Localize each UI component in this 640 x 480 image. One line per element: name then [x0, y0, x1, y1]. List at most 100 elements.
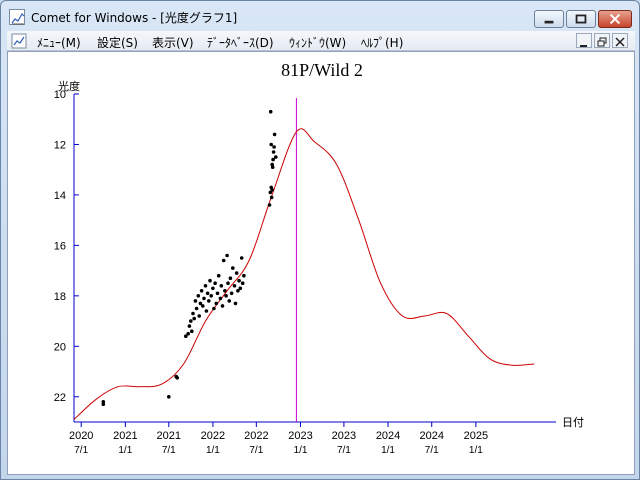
observation-point	[101, 402, 106, 407]
observation-point	[225, 253, 229, 258]
observation-point	[220, 304, 225, 308]
x-tick-label-year: 2020	[69, 430, 93, 442]
observation-point	[267, 203, 272, 207]
observation-point	[203, 284, 208, 288]
menu-window[interactable]: ｳｨﾝﾄﾞｳ(W)	[289, 34, 346, 51]
observation-point	[227, 299, 231, 303]
observation-point	[199, 289, 204, 293]
observation-point	[268, 109, 273, 114]
menu-bar: ﾒﾆｭｰ(M) 設定(S) 表示(V) ﾃﾞｰﾀﾍﾞｰｽ(D) ｳｨﾝﾄﾞｳ(W…	[7, 31, 635, 51]
y-tick-label: 22	[54, 392, 66, 404]
app-window: Comet for Windows - [光度グラフ1] ﾒﾆｭｰ(M) 設定(…	[0, 0, 640, 480]
observation-point	[239, 256, 244, 260]
observation-point	[272, 132, 277, 137]
observation-point	[194, 306, 199, 311]
observation-point	[196, 294, 201, 298]
observation-point	[221, 258, 226, 263]
menu-view[interactable]: 表示(V)	[152, 34, 194, 51]
x-tick-label-year: 2022	[244, 430, 268, 442]
observation-point	[190, 329, 194, 334]
minimize-icon	[544, 20, 554, 24]
observation-point	[213, 281, 217, 285]
x-tick-label-year: 2025	[464, 430, 488, 442]
menu-database[interactable]: ﾃﾞｰﾀﾍﾞｰｽ(D)	[207, 34, 274, 51]
observation-point	[175, 376, 179, 380]
observation-point	[271, 150, 276, 154]
minimize-icon	[580, 45, 587, 47]
observation-point	[201, 304, 205, 308]
x-tick-label-date: 7/1	[249, 445, 263, 456]
observation-point	[233, 301, 238, 306]
close-button[interactable]	[598, 10, 632, 28]
menu-settings[interactable]: 設定(S)	[97, 34, 138, 51]
observation-point	[237, 278, 241, 283]
x-tick-label-date: 1/1	[294, 445, 308, 456]
observation-point	[272, 145, 276, 149]
child-close-button[interactable]	[612, 33, 628, 48]
y-tick-label: 14	[54, 190, 66, 202]
observation-point	[218, 296, 223, 301]
y-tick-label: 12	[54, 139, 66, 151]
observation-point	[211, 286, 215, 291]
menu-main[interactable]: ﾒﾆｭｰ(M)	[37, 34, 81, 51]
observation-point	[270, 188, 275, 192]
observation-point	[269, 142, 274, 147]
observation-point	[197, 314, 201, 318]
x-axis-label: 日付	[562, 416, 584, 429]
x-tick-label-year: 2022	[201, 430, 225, 442]
observation-point	[229, 291, 234, 296]
observation-point	[223, 289, 227, 293]
chart-document-icon[interactable]	[9, 9, 25, 25]
chart-area: 81P/Wild 2 10 12 14 16 18 20 22 光度 2020 7/1 2021 1/…	[7, 51, 635, 475]
window-title: Comet for Windows - [光度グラフ1]	[31, 11, 238, 25]
observation-point	[189, 319, 193, 323]
close-icon	[609, 13, 621, 25]
title-bar[interactable]: Comet for Windows - [光度グラフ1]	[1, 1, 639, 31]
observation-point	[270, 162, 275, 167]
observation-point	[238, 286, 243, 291]
child-minimize-button[interactable]	[576, 33, 592, 48]
x-tick-label-date: 1/1	[381, 445, 395, 456]
child-window-icon[interactable]	[11, 33, 27, 49]
y-tick-label: 18	[54, 291, 66, 303]
observation-point	[208, 278, 212, 283]
observation-point	[209, 294, 213, 298]
maximize-button[interactable]	[566, 10, 596, 28]
minimize-button[interactable]	[534, 10, 564, 28]
child-restore-button[interactable]	[594, 33, 610, 48]
x-tick-label-date: 7/1	[425, 445, 439, 456]
restore-icon	[597, 37, 607, 47]
observation-point	[207, 299, 211, 303]
observation-point	[216, 273, 221, 278]
x-tick-label-date: 1/1	[206, 445, 220, 456]
observation-point	[167, 395, 171, 399]
x-tick-label-year: 2023	[288, 430, 312, 442]
observation-point	[192, 316, 196, 321]
observation-point	[231, 266, 235, 270]
observation-point	[215, 291, 220, 296]
restore-icon	[575, 14, 587, 24]
x-tick-label-date: 1/1	[118, 445, 132, 456]
observation-point	[269, 195, 274, 200]
observation-point	[242, 273, 246, 278]
observation-point	[232, 284, 237, 288]
close-icon	[615, 37, 625, 47]
y-tick-label: 20	[54, 341, 66, 353]
predicted-brightness-curve	[73, 128, 535, 420]
observation-point	[271, 157, 275, 162]
menu-help[interactable]: ﾍﾙﾌﾟ(H)	[361, 34, 403, 51]
observation-point	[234, 271, 239, 275]
observation-point	[228, 276, 233, 280]
observation-point	[205, 291, 210, 296]
x-tick-label-date: 7/1	[74, 445, 88, 456]
observation-point	[191, 311, 195, 316]
x-tick-label-date: 7/1	[162, 445, 176, 456]
observation-point	[202, 296, 206, 301]
observation-point	[219, 284, 224, 288]
y-tick-label: 16	[54, 240, 66, 252]
observation-point	[240, 281, 245, 285]
observation-point	[226, 281, 230, 285]
observation-point	[212, 306, 216, 311]
x-tick-label-date: 1/1	[469, 445, 483, 456]
observation-point	[274, 155, 278, 159]
